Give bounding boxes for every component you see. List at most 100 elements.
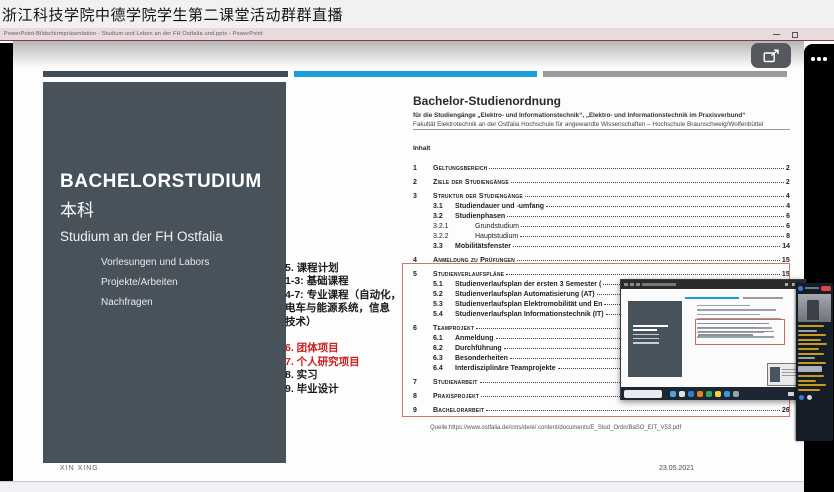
- accent-bar-gray: [543, 71, 787, 77]
- toc-entry-number: 3.1: [433, 203, 455, 211]
- cn-note-line: 5. 课程计划: [285, 262, 411, 275]
- panel-item: Nachfragen: [101, 297, 209, 308]
- cn-note-line: [285, 329, 411, 342]
- screen: 浙江科技学院中德学院学生第二课堂活动群群直播 PowerPoint-Bildsc…: [0, 0, 834, 492]
- cn-note-line: 6. 团体项目: [285, 342, 411, 355]
- more-options-button[interactable]: [804, 44, 834, 74]
- toc-entry-label: Studienphasen: [455, 213, 505, 221]
- toc-entry-page: 6: [786, 223, 790, 231]
- pip-body: [621, 289, 805, 387]
- pip-titlebar: [621, 280, 805, 289]
- panel-item: Projekte/Arbeiten: [101, 277, 209, 288]
- toc-row: 3.2 Studienphasen 6: [413, 213, 790, 221]
- pip-taskbar: [621, 387, 805, 400]
- toc-dotted-leader: [546, 206, 784, 207]
- mic-icon: [799, 395, 804, 400]
- ellipsis-dot: [817, 57, 821, 61]
- toc-subtitle-bold: für die Studiengänge „Elektro- und Infor…: [413, 112, 791, 119]
- pip-title-text-bar: [642, 283, 676, 286]
- accent-bar-dark: [43, 71, 288, 77]
- cn-note-line: 7. 个人研究项目: [285, 356, 411, 369]
- toc-entry-page: 6: [786, 213, 790, 221]
- toc-entry-label: Studiendauer und -umfang: [455, 203, 544, 211]
- pip-mini-red-box: [695, 319, 785, 345]
- pip-mini-accent-gray: [743, 297, 783, 299]
- toc-row: 2 Ziele der Studiengänge 2: [413, 179, 790, 187]
- panel-title-cn: 本科: [60, 196, 94, 221]
- ppt-titlebar: PowerPoint-Bildschirmpräsentation - Stud…: [0, 28, 834, 41]
- toc-entry-page: 2: [786, 179, 790, 187]
- panel-item: Vorlesungen und Labors: [101, 257, 209, 268]
- toc-entry-label: Ziele der Studiengänge: [433, 179, 509, 187]
- toc-entry-page: 4: [786, 203, 790, 211]
- toc-dotted-leader: [489, 168, 783, 169]
- stream-header: 浙江科技学院中德学院学生第二课堂活动群群直播: [0, 0, 834, 28]
- restore-icon[interactable]: [792, 32, 798, 38]
- ellipsis-dot: [823, 57, 827, 61]
- left-black-strip: [0, 43, 13, 481]
- top-shade: [13, 41, 804, 68]
- bottom-strip: [0, 481, 804, 492]
- toc-dotted-leader: [513, 246, 780, 247]
- toc-row: 3.1 Studiendauer und -umfang 4: [413, 203, 790, 211]
- toc-row: 3.2.1 Grundstudium 6: [413, 223, 790, 231]
- panel-items: Vorlesungen und Labors Projekte/Arbeiten…: [101, 257, 209, 317]
- toc-dotted-leader: [507, 216, 784, 217]
- cn-note-line: 1-3: 基础课程: [285, 275, 411, 288]
- conference-chat-lines: [796, 323, 833, 391]
- mini-text-bar: [633, 325, 668, 327]
- toc-dotted-leader: [517, 260, 780, 261]
- mini-text-bar: [633, 338, 659, 339]
- toc-entry-page: 4: [786, 193, 790, 201]
- footer-date: 23.05.2021: [659, 465, 694, 472]
- pip-mini-slide-panel: [628, 301, 682, 377]
- conference-header: [796, 283, 833, 293]
- toc-title: Bachelor-Studienordnung: [413, 94, 561, 108]
- cn-note-line: 4-7: 专业课程（自动化，: [285, 289, 411, 302]
- minimize-icon[interactable]: [773, 34, 780, 36]
- toc-dotted-leader: [520, 236, 784, 237]
- mini-text-bar: [633, 334, 659, 335]
- pip-taskbar-icons: [668, 391, 740, 397]
- stop-button[interactable]: [821, 286, 831, 291]
- pip-search-box: [624, 390, 662, 398]
- person-silhouette: [807, 300, 819, 320]
- toc-entry-number: 3: [413, 193, 433, 201]
- pip-menu-icon: [630, 283, 634, 286]
- pip-menu-icon: [624, 283, 628, 286]
- toc-entry-label: Grundstudium: [475, 223, 519, 231]
- conference-name-bar: [805, 287, 819, 289]
- toc-entry-label: Mobilitätsfenster: [455, 243, 511, 251]
- toc-entry-number: 2: [413, 179, 433, 187]
- window-controls: [773, 30, 798, 39]
- share-button[interactable]: [751, 43, 791, 68]
- ppt-title: PowerPoint-Bildschirmpräsentation - Stud…: [4, 31, 263, 37]
- accent-bar-blue: [294, 71, 537, 77]
- pip-minimize-icon: [785, 283, 788, 286]
- cn-note-line: 9. 毕业设计: [285, 383, 411, 396]
- pip-mini-accent-blue: [685, 297, 739, 299]
- panel-title: BACHELORSTUDIUM: [60, 171, 262, 193]
- toc-dotted-leader: [511, 182, 784, 183]
- toc-entry-number: 3.2: [433, 213, 455, 221]
- toc-entry-label: Geltungsbereich: [433, 165, 487, 173]
- toc-row: 1 Geltungsbereich 2: [413, 165, 790, 173]
- toc-dotted-leader: [525, 196, 784, 197]
- panel-subtitle: Studium an der FH Ostfalia: [60, 229, 223, 244]
- nested-mini-lines: [782, 369, 797, 370]
- pip-maximize-icon: [792, 283, 795, 286]
- conference-video-thumbnail: [798, 294, 831, 322]
- camera-icon: [807, 395, 812, 400]
- nested-mini-panel: [770, 367, 780, 382]
- toc-row: 3 Struktur der Studiengänge 4: [413, 193, 790, 201]
- toc-inhalt-label: Inhalt: [413, 145, 430, 152]
- ellipsis-dot: [811, 57, 815, 61]
- toc-entry-number: 3.3: [433, 243, 455, 251]
- stream-title: 浙江科技学院中德学院学生第二课堂活动群群直播: [2, 4, 343, 25]
- pip-window[interactable]: [620, 279, 806, 400]
- avatar: [798, 286, 803, 291]
- share-icon: [763, 49, 780, 63]
- toc-row: 3.3 Mobilitätsfenster 14: [413, 243, 790, 251]
- conference-panel: [796, 283, 833, 441]
- toc-entry-page: 8: [786, 233, 790, 241]
